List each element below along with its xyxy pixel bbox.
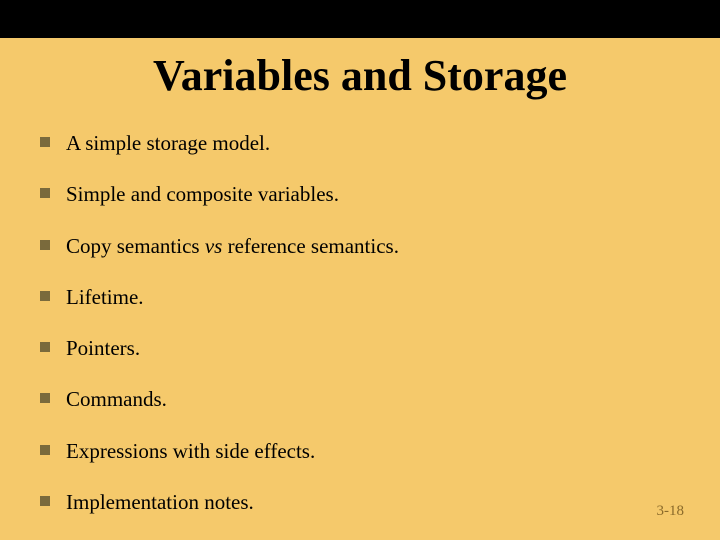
bullet-icon <box>40 342 50 352</box>
list-item: Pointers. <box>40 335 680 362</box>
list-item-text: Simple and composite variables. <box>66 181 339 208</box>
list-item-text: Lifetime. <box>66 284 144 311</box>
bullet-icon <box>40 496 50 506</box>
list-item-text: Pointers. <box>66 335 140 362</box>
list-item: Copy semantics vs reference semantics. <box>40 233 680 260</box>
list-item: Implementation notes. <box>40 489 680 516</box>
list-item-text: A simple storage model. <box>66 130 270 157</box>
list-item: Commands. <box>40 386 680 413</box>
bullet-list: A simple storage model. Simple and compo… <box>40 130 680 540</box>
bullet-icon <box>40 393 50 403</box>
list-item-text: Implementation notes. <box>66 489 254 516</box>
list-item-text: Copy semantics vs reference semantics. <box>66 233 399 260</box>
bullet-icon <box>40 240 50 250</box>
bullet-icon <box>40 445 50 455</box>
top-bar <box>0 0 720 38</box>
list-item-text: Commands. <box>66 386 167 413</box>
list-item: A simple storage model. <box>40 130 680 157</box>
list-item: Expressions with side effects. <box>40 438 680 465</box>
list-item: Simple and composite variables. <box>40 181 680 208</box>
bullet-icon <box>40 188 50 198</box>
bullet-icon <box>40 291 50 301</box>
bullet-icon <box>40 137 50 147</box>
page-number: 3-18 <box>657 503 685 520</box>
list-item-text: Expressions with side effects. <box>66 438 315 465</box>
slide-title: Variables and Storage <box>0 50 720 101</box>
list-item: Lifetime. <box>40 284 680 311</box>
